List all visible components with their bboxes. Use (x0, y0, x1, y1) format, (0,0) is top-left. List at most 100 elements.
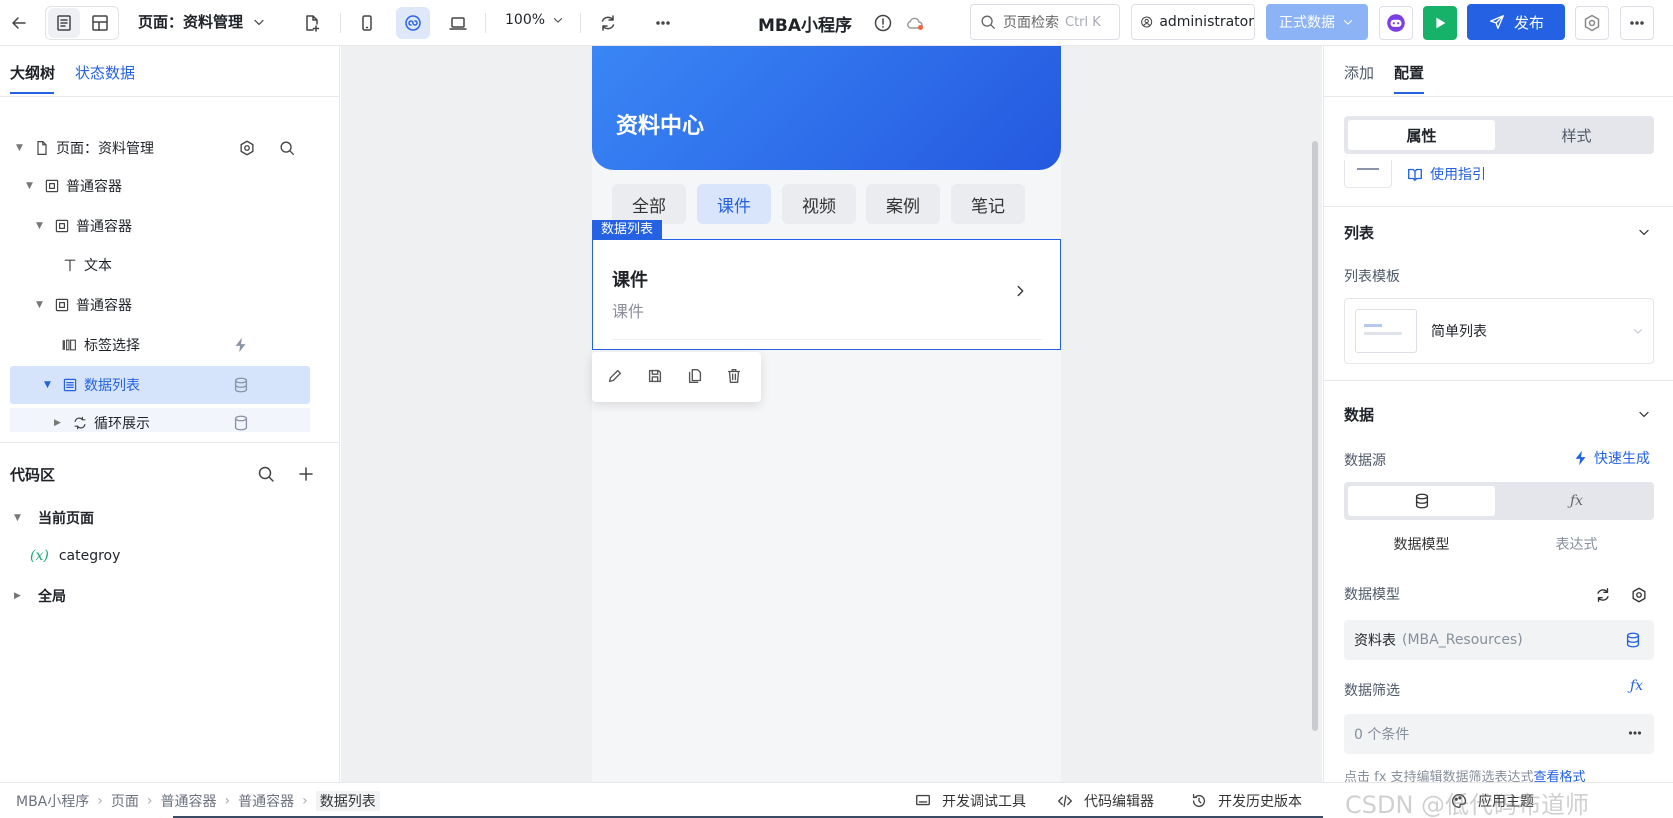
breadcrumb-item-current[interactable]: 数据列表 (315, 791, 380, 811)
tree-node-tag-select[interactable]: 标签选择 (10, 326, 310, 364)
list-template-label: 列表模板 (1344, 269, 1400, 285)
breadcrumb: MBA小程序 › 页面 › 普通容器 › 普通容器 › 数据列表 (16, 791, 380, 811)
list-template-select[interactable]: 简单列表 (1344, 298, 1654, 364)
filter-hint-link[interactable]: 查看格式 (1534, 770, 1586, 782)
canvas-scrollbar[interactable] (1312, 141, 1318, 731)
tag-case[interactable]: 案例 (866, 184, 940, 224)
page-selector[interactable]: 页面：资料管理 (138, 11, 267, 32)
breadcrumb-item[interactable]: 普通容器 (160, 791, 216, 811)
segment-styles[interactable]: 样式 (1503, 120, 1650, 150)
fx-icon[interactable]: ƒx (1630, 678, 1643, 694)
code-editor-button[interactable]: 代码编辑器 (1056, 791, 1154, 811)
plus-icon[interactable] (296, 464, 316, 484)
app-title: MBA小程序 (758, 16, 853, 36)
quick-generate-label: 快速生成 (1594, 451, 1650, 467)
env-label: 正式数据 (1279, 15, 1335, 31)
code-icon (1058, 794, 1072, 808)
datasource-model-option[interactable] (1348, 486, 1495, 516)
section-list-title: 列表 (1344, 224, 1375, 242)
info-button[interactable] (866, 7, 900, 39)
page-view-button[interactable] (48, 8, 80, 38)
more-menu-button[interactable] (1620, 6, 1654, 40)
tab-config[interactable]: 配置 (1394, 62, 1424, 83)
publish-button[interactable]: 发布 (1467, 4, 1565, 40)
tag-notes[interactable]: 笔记 (951, 184, 1025, 224)
breadcrumb-item[interactable]: 页面 (111, 791, 139, 811)
mobile-view-button[interactable] (350, 7, 384, 39)
more-horizontal-icon[interactable] (1626, 724, 1644, 742)
gear-icon[interactable] (1630, 586, 1648, 604)
settings-button[interactable] (1575, 6, 1609, 40)
breadcrumb-item[interactable]: 普通容器 (238, 791, 294, 811)
caret-down-icon: ▼ (16, 143, 23, 153)
top-toolbar: 页面：资料管理 100% MBA小程序 页面检索 Ctrl K administ… (0, 0, 1673, 46)
container-icon (55, 219, 69, 233)
tag-courseware[interactable]: 课件 (697, 184, 771, 224)
tree-node-data-list[interactable]: ▼ 数据列表 (10, 366, 310, 404)
tree-node-text[interactable]: 文本 (10, 246, 310, 284)
data-list[interactable]: 课件 课件 (592, 239, 1061, 350)
preview-button[interactable] (1423, 6, 1457, 40)
chevron-down-icon[interactable] (1636, 224, 1652, 240)
search-icon[interactable] (256, 464, 276, 484)
guide-link[interactable]: 使用指引 (1406, 164, 1486, 184)
miniprogram-icon (405, 15, 421, 31)
miniprogram-view-button[interactable] (396, 7, 430, 39)
history-button[interactable]: 开发历史版本 (1190, 791, 1302, 811)
layout-view-button[interactable] (84, 8, 116, 38)
back-button[interactable] (2, 7, 36, 39)
zoom-select[interactable]: 100% (505, 12, 565, 28)
save-icon[interactable] (646, 367, 664, 385)
tree-node-label: 普通容器 (76, 298, 132, 314)
tag-video[interactable]: 视频 (782, 184, 856, 224)
filter-select[interactable]: 0 个条件 (1344, 714, 1654, 754)
chevron-down-icon[interactable] (1636, 406, 1652, 422)
tree-node-page[interactable]: ▼ 页面：资料管理 (10, 129, 310, 167)
variable-icon: (x) (30, 548, 49, 564)
dev-tools-button[interactable]: 开发调试工具 (914, 791, 1026, 811)
search-shortcut: Ctrl K (1065, 14, 1101, 30)
selection-label: 数据列表 (592, 220, 663, 239)
tree-node-container[interactable]: ▼ 普通容器 (10, 207, 310, 245)
page-search-input[interactable]: 页面检索 Ctrl K (970, 4, 1120, 40)
datasource-expression-option[interactable]: ƒx (1503, 486, 1650, 516)
quick-generate-link[interactable]: 快速生成 (1572, 448, 1650, 468)
right-panel: 添加 配置 属性 样式 使用指引 列表 列表模板 简单列表 数据 数据源 快速生… (1323, 46, 1673, 782)
code-group-current-page[interactable]: ▼ 当前页面 (14, 508, 94, 528)
code-variable-item[interactable]: (x) categroy (30, 548, 120, 564)
desktop-view-button[interactable] (441, 7, 475, 39)
search-icon[interactable] (278, 139, 296, 157)
edit-icon[interactable] (606, 367, 624, 385)
more-button[interactable] (646, 7, 680, 39)
tree-node-container[interactable]: ▼ 普通容器 (10, 286, 310, 324)
cloud-status-button[interactable] (898, 7, 932, 39)
list-icon (63, 378, 77, 392)
env-select[interactable]: 正式数据 (1266, 4, 1368, 40)
tab-add[interactable]: 添加 (1344, 62, 1374, 83)
breadcrumb-item[interactable]: MBA小程序 (16, 791, 89, 811)
active-tab-indicator (10, 92, 54, 94)
tree-node-label: 普通容器 (66, 179, 122, 195)
tree-node-container[interactable]: ▼ 普通容器 (10, 167, 310, 205)
bottom-bar: MBA小程序 › 页面 › 普通容器 › 普通容器 › 数据列表 开发调试工具 代码编辑… (0, 782, 1673, 818)
copy-icon[interactable] (686, 367, 704, 385)
database-icon (1626, 632, 1640, 648)
ai-assistant-button[interactable] (1379, 6, 1413, 40)
tab-state-data[interactable]: 状态数据 (75, 62, 135, 83)
user-menu[interactable]: administrator (1131, 4, 1255, 40)
segment-properties[interactable]: 属性 (1348, 120, 1495, 150)
caret-right-icon: ▶ (54, 418, 61, 428)
source-option-model-label: 数据模型 (1393, 537, 1450, 553)
model-select[interactable]: 资料表 (MBA_Resources) (1344, 620, 1654, 660)
header-banner[interactable]: 资料中心 (592, 46, 1061, 170)
code-group-global[interactable]: ▶ 全局 (14, 586, 66, 606)
refresh-icon[interactable] (1594, 586, 1612, 604)
gear-icon[interactable] (238, 139, 256, 157)
trash-icon[interactable] (725, 367, 743, 385)
tag-all[interactable]: 全部 (612, 184, 686, 224)
refresh-button[interactable] (591, 7, 625, 39)
tab-outline[interactable]: 大纲树 (10, 62, 55, 83)
add-page-button[interactable] (295, 7, 329, 39)
chevron-down-icon (554, 18, 563, 23)
tree-node-loop[interactable]: ▶ 循环展示 (10, 408, 310, 432)
